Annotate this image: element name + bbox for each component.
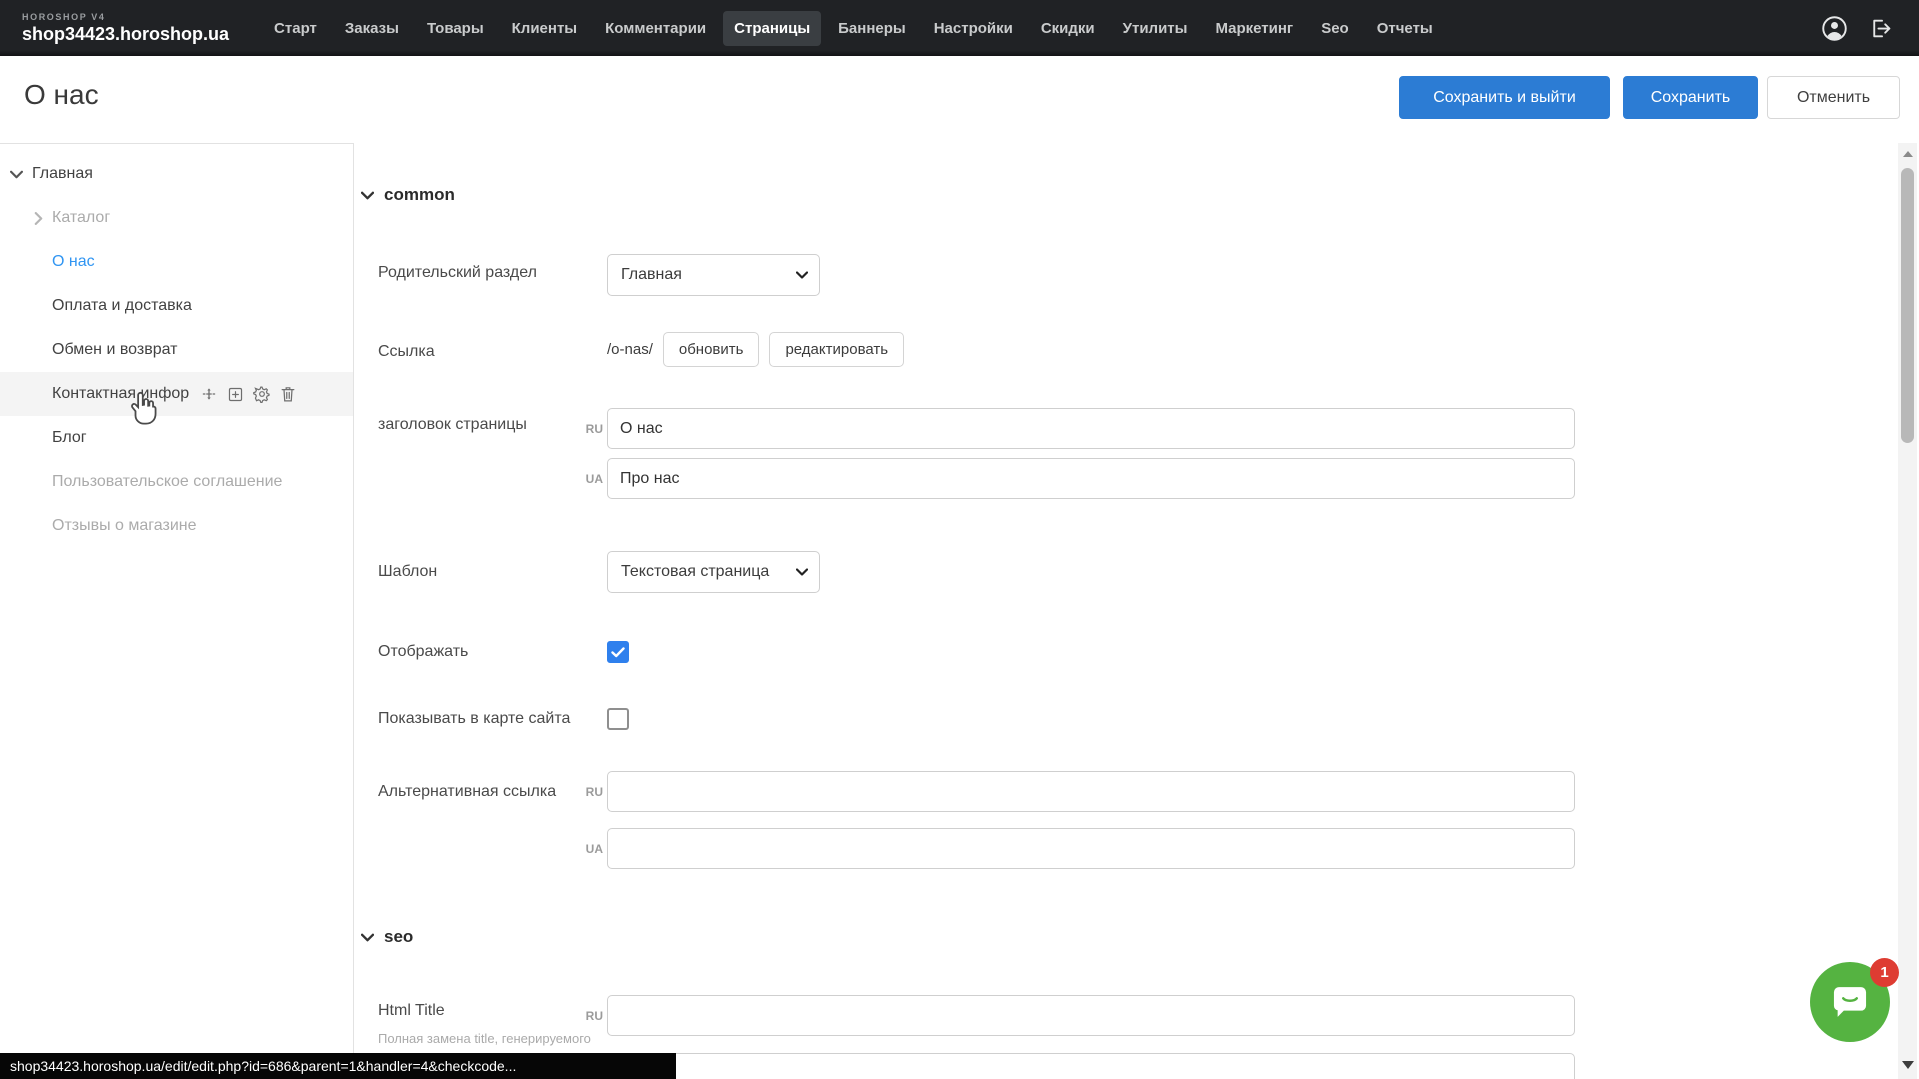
vertical-scrollbar[interactable] bbox=[1898, 143, 1917, 1079]
chat-bubble-icon bbox=[1829, 982, 1871, 1022]
link-edit-button[interactable]: редактировать bbox=[769, 332, 904, 367]
nav-item-reports[interactable]: Отчеты bbox=[1366, 11, 1444, 46]
chevron-down-icon bbox=[796, 271, 808, 279]
lang-ua-badge: UA bbox=[578, 472, 603, 486]
scrollbar-up-button[interactable] bbox=[1898, 151, 1917, 163]
section-seo-label: seo bbox=[384, 927, 413, 947]
page-edit-form: common Родительский раздел Главная Ссылк… bbox=[354, 143, 1898, 1079]
scrollbar-thumb[interactable] bbox=[1901, 168, 1914, 443]
chevron-down-icon bbox=[361, 933, 374, 942]
sidebar-item-exchange-return[interactable]: Обмен и возврат bbox=[0, 328, 353, 372]
alt-link-ua-input[interactable] bbox=[607, 828, 1575, 869]
html-title-ua-input[interactable] bbox=[607, 1053, 1575, 1079]
pages-tree-sidebar: Главная Каталог О нас Оплата и доставка … bbox=[0, 143, 354, 1079]
display-label: Отображать bbox=[378, 642, 593, 661]
sitemap-checkbox[interactable] bbox=[607, 708, 629, 730]
sidebar-item-catalog[interactable]: Каталог bbox=[0, 196, 353, 240]
page-title-ua-input[interactable] bbox=[607, 458, 1575, 499]
lang-ua-badge: UA bbox=[578, 842, 603, 856]
nav-item-marketing[interactable]: Маркетинг bbox=[1204, 11, 1304, 46]
section-common-toggle[interactable]: common bbox=[361, 185, 455, 205]
nav-item-banners[interactable]: Баннеры bbox=[827, 11, 917, 46]
main-menu: Старт Заказы Товары Клиенты Комментарии … bbox=[263, 11, 1444, 46]
cancel-button[interactable]: Отменить bbox=[1767, 76, 1900, 119]
section-seo-toggle[interactable]: seo bbox=[361, 927, 413, 947]
sidebar-item-label: Каталог bbox=[52, 209, 110, 227]
nav-item-orders[interactable]: Заказы bbox=[334, 11, 410, 46]
alt-link-ru-input[interactable] bbox=[607, 771, 1575, 812]
lang-ru-badge: RU bbox=[578, 1009, 603, 1023]
lang-ru-badge: RU bbox=[578, 422, 603, 436]
sidebar-item-blog[interactable]: Блог bbox=[0, 416, 353, 460]
status-url: shop34423.horoshop.ua/edit/edit.php?id=6… bbox=[10, 1058, 516, 1074]
account-icon[interactable] bbox=[1821, 15, 1848, 42]
brand-version-label: HOROSHOP V4 bbox=[22, 13, 229, 22]
unread-badge: 1 bbox=[1870, 958, 1899, 987]
section-common-label: common bbox=[384, 185, 455, 205]
template-select[interactable]: Текстовая страница bbox=[607, 551, 820, 593]
parent-section-value: Главная bbox=[621, 266, 796, 284]
chevron-down-icon[interactable] bbox=[10, 170, 23, 179]
nav-item-start[interactable]: Старт bbox=[263, 11, 328, 46]
brand-logo[interactable]: HOROSHOP V4 shop34423.horoshop.ua bbox=[22, 13, 229, 43]
top-nav-bar: HOROSHOP V4 shop34423.horoshop.ua Старт … bbox=[0, 0, 1919, 56]
alt-link-label: Альтернативная ссылка bbox=[378, 782, 593, 801]
page-title-label: заголовок страницы bbox=[378, 415, 593, 434]
sidebar-item-home[interactable]: Главная bbox=[0, 152, 353, 196]
lang-ru-badge: RU bbox=[578, 785, 603, 799]
trash-icon[interactable] bbox=[280, 385, 296, 403]
chevron-down-icon bbox=[361, 191, 374, 200]
sidebar-item-label: О нас bbox=[52, 253, 95, 271]
save-and-exit-button[interactable]: Сохранить и выйти bbox=[1399, 76, 1610, 119]
sidebar-item-label: Контактная инфор bbox=[52, 385, 189, 403]
html-title-label: Html Title bbox=[378, 1001, 593, 1020]
sidebar-item-label: Отзывы о магазине bbox=[52, 517, 197, 535]
nav-item-products[interactable]: Товары bbox=[416, 11, 495, 46]
brand-domain-label: shop34423.horoshop.ua bbox=[22, 25, 229, 43]
sidebar-item-label: Оплата и доставка bbox=[52, 297, 192, 315]
nav-item-clients[interactable]: Клиенты bbox=[501, 11, 588, 46]
nav-item-comments[interactable]: Комментарии bbox=[594, 11, 717, 46]
link-refresh-button[interactable]: обновить bbox=[663, 332, 760, 367]
sidebar-item-label: Главная bbox=[32, 165, 93, 183]
parent-section-select[interactable]: Главная bbox=[607, 254, 820, 296]
parent-section-label: Родительский раздел bbox=[378, 263, 593, 282]
html-title-hint: Полная замена title, генерируемого bbox=[378, 1031, 603, 1047]
page-header: О нас Сохранить и выйти Сохранить Отмени… bbox=[0, 56, 1919, 143]
sidebar-item-payment-delivery[interactable]: Оплата и доставка bbox=[0, 284, 353, 328]
logout-icon[interactable] bbox=[1868, 16, 1893, 41]
nav-item-discounts[interactable]: Скидки bbox=[1030, 11, 1106, 46]
nav-item-seo[interactable]: Seo bbox=[1310, 11, 1360, 46]
sidebar-item-label: Обмен и возврат bbox=[52, 341, 177, 359]
sidebar-item-label: Пользовательское соглашение bbox=[52, 473, 282, 491]
link-preview-statusbar: shop34423.horoshop.ua/edit/edit.php?id=6… bbox=[0, 1053, 676, 1079]
nav-item-utilities[interactable]: Утилиты bbox=[1112, 11, 1199, 46]
chevron-down-icon bbox=[796, 568, 808, 576]
template-label: Шаблон bbox=[378, 562, 593, 581]
save-button[interactable]: Сохранить bbox=[1623, 76, 1758, 119]
gear-icon[interactable] bbox=[253, 385, 271, 403]
link-value: /o-nas/ bbox=[607, 341, 653, 358]
page-title-ru-input[interactable] bbox=[607, 408, 1575, 449]
app-root: HOROSHOP V4 shop34423.horoshop.ua Старт … bbox=[0, 0, 1919, 1079]
sidebar-item-user-agreement[interactable]: Пользовательское соглашение bbox=[0, 460, 353, 504]
page-title: О нас bbox=[24, 79, 99, 111]
nav-item-pages[interactable]: Страницы bbox=[723, 11, 821, 46]
template-value: Текстовая страница bbox=[621, 563, 796, 581]
scrollbar-down-button[interactable] bbox=[1898, 1061, 1917, 1073]
link-label: Ссылка bbox=[378, 342, 593, 361]
nav-item-settings[interactable]: Настройки bbox=[923, 11, 1024, 46]
sitemap-label: Показывать в карте сайта bbox=[378, 709, 593, 728]
sidebar-item-contact-info[interactable]: Контактная инфор bbox=[0, 372, 353, 416]
chevron-right-icon[interactable] bbox=[34, 212, 43, 225]
display-checkbox[interactable] bbox=[607, 641, 629, 663]
check-icon bbox=[611, 647, 625, 658]
move-icon[interactable] bbox=[200, 385, 218, 403]
sidebar-item-about[interactable]: О нас bbox=[0, 240, 353, 284]
sidebar-item-store-reviews[interactable]: Отзывы о магазине bbox=[0, 504, 353, 548]
add-page-icon[interactable] bbox=[227, 386, 244, 403]
html-title-ru-input[interactable] bbox=[607, 995, 1575, 1036]
sidebar-item-label: Блог bbox=[52, 429, 87, 447]
